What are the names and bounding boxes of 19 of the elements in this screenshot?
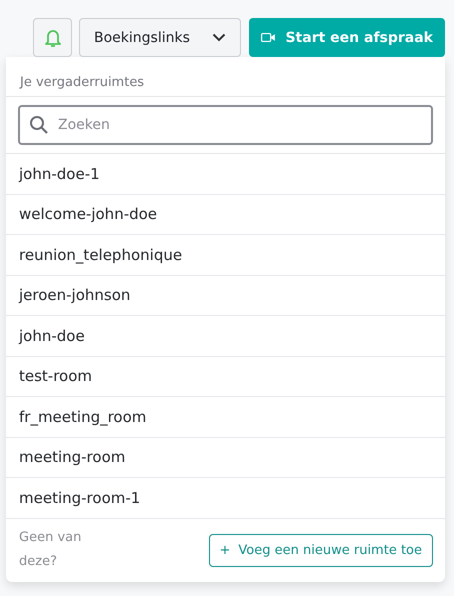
booking-links-dropdown[interactable]: Boekingslinks [79,18,241,57]
room-item[interactable]: john-doe-1 [6,154,445,194]
room-item[interactable]: welcome-john-doe [6,194,445,235]
room-item[interactable]: jeroen-johnson [6,276,445,316]
room-item[interactable]: reunion_telephonique [6,235,445,276]
notifications-button[interactable] [33,18,72,57]
footer-text: Geen van deze? [19,529,82,572]
room-item[interactable]: meeting-room [6,438,445,478]
bell-icon [44,28,60,48]
room-item[interactable]: fr_meeting_room [6,397,445,438]
room-item[interactable]: john-doe [6,316,445,356]
add-room-button[interactable]: + Voeg een nieuwe ruimte toe [208,534,433,567]
room-item[interactable]: meeting-room-1 [6,478,445,518]
room-item[interactable]: test-room [6,356,445,397]
search-icon [29,115,49,135]
search-field[interactable]: Zoeken [18,105,433,145]
section-heading: Je vergaderruimtes [6,57,445,97]
video-camera-icon [261,30,276,45]
chevron-down-icon [212,33,226,42]
